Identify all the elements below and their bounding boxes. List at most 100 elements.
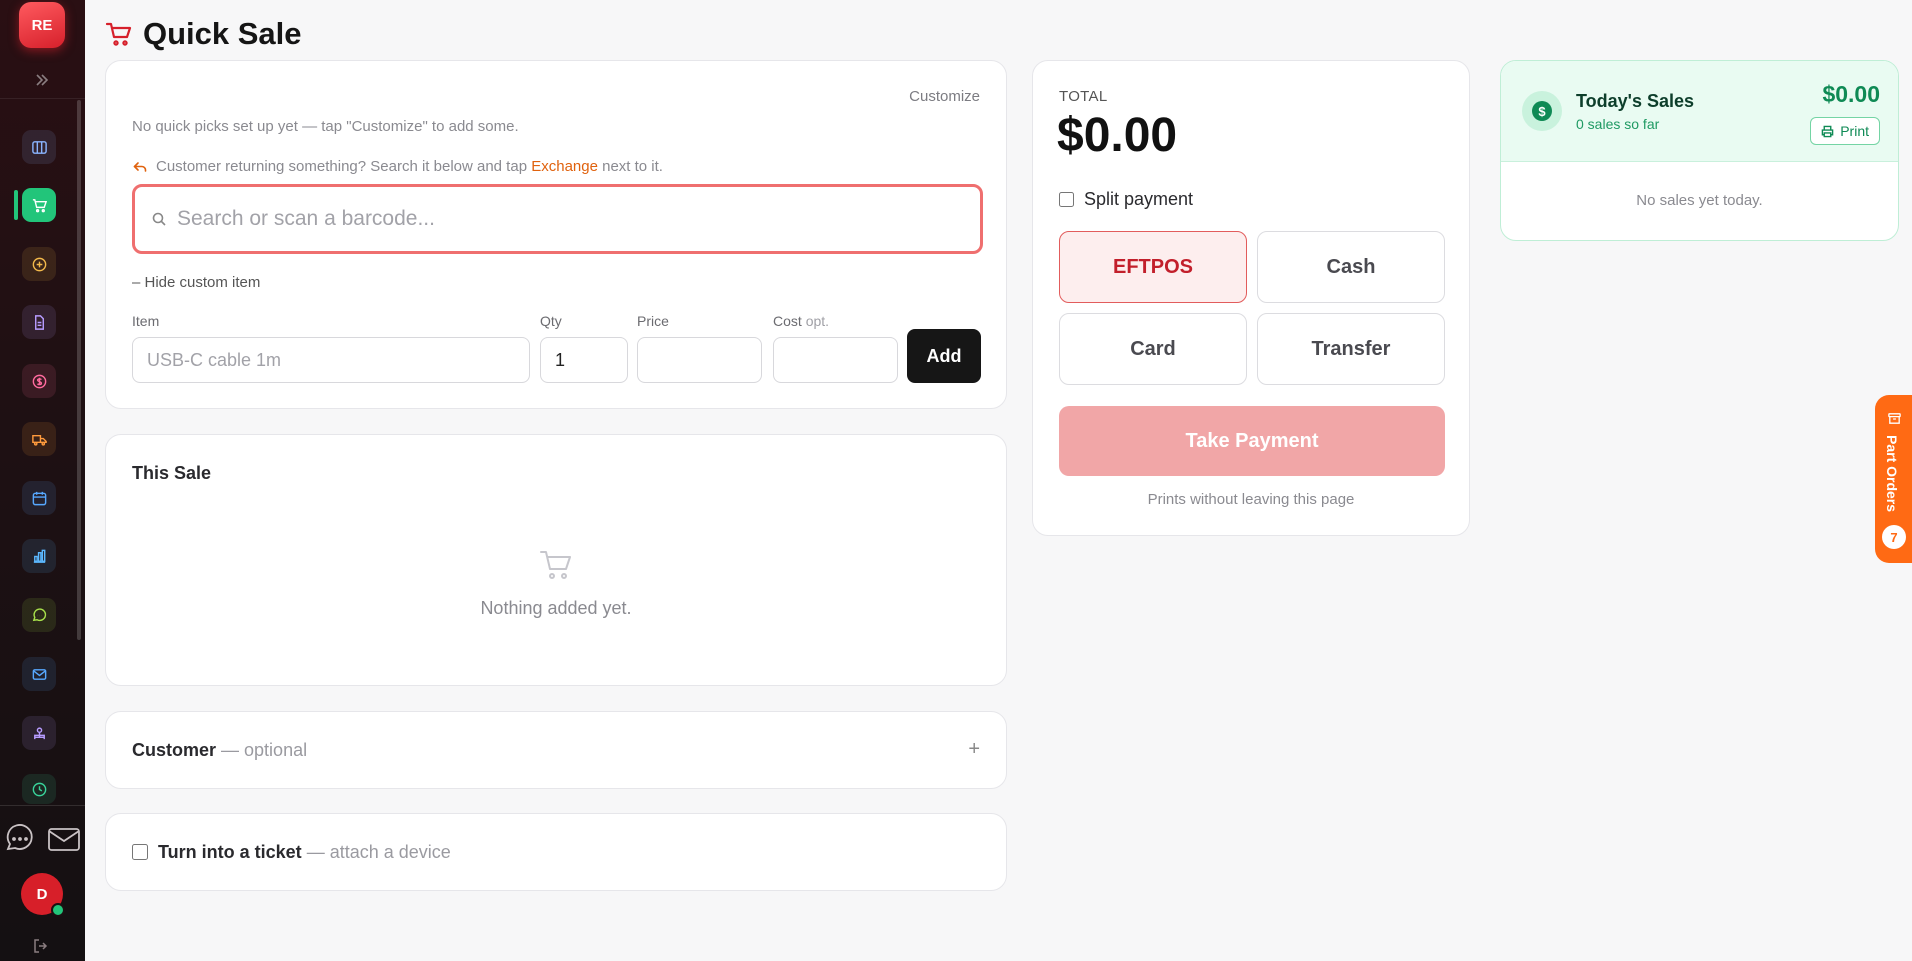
sidebar-divider	[0, 98, 85, 99]
payment-card: TOTAL $0.00 Split payment EFTPOS Cash Ca…	[1032, 60, 1470, 536]
qty-label: Qty	[540, 313, 562, 329]
brand-logo[interactable]: RE	[19, 2, 65, 48]
customer-label-text: Customer	[132, 740, 217, 760]
dollar-icon: $	[1532, 101, 1552, 121]
logout-icon[interactable]	[32, 937, 50, 955]
returning-text: Customer returning something? Search it …	[156, 158, 528, 175]
returning-hint: Customer returning something? Search it …	[132, 158, 663, 175]
customize-button[interactable]: Customize	[909, 88, 980, 105]
todays-sales-empty: No sales yet today.	[1636, 192, 1763, 209]
sidebar-item-mail[interactable]	[22, 657, 56, 691]
page-header: Quick Sale	[105, 16, 302, 52]
cost-label-text: Cost	[773, 313, 802, 329]
cart-icon	[32, 198, 47, 212]
messages-icon[interactable]	[3, 824, 37, 854]
part-orders-count: 7	[1882, 525, 1906, 549]
add-item-button[interactable]: Add	[907, 329, 981, 383]
todays-sales-title: Today's Sales	[1576, 91, 1695, 111]
sidebar-item-chat[interactable]	[22, 598, 56, 632]
total-label: TOTAL	[1059, 88, 1108, 105]
sidebar-bottom-divider	[0, 805, 85, 806]
online-status-dot	[51, 903, 65, 917]
sidebar-item-add[interactable]	[22, 247, 56, 281]
this-sale-title: This Sale	[132, 463, 212, 483]
cart-icon	[105, 22, 132, 46]
empty-cart-icon	[538, 547, 574, 583]
customer-label: Customer — optional	[132, 740, 307, 761]
sidebar-item-repairs[interactable]	[22, 422, 56, 456]
box-icon	[1888, 413, 1901, 424]
item-label: Item	[132, 313, 160, 329]
payment-method-eftpos[interactable]: EFTPOS	[1059, 231, 1247, 303]
sidebar-item-clock[interactable]	[22, 774, 56, 804]
no-picks-message: No quick picks set up yet — tap "Customi…	[132, 118, 519, 135]
document-icon	[34, 314, 44, 330]
calendar-icon	[32, 491, 46, 505]
search-icon	[152, 212, 166, 226]
plus-circle-icon	[32, 257, 46, 271]
hide-custom-item-toggle[interactable]: – Hide custom item	[132, 274, 260, 291]
bar-chart-icon	[33, 549, 45, 563]
cost-label: Cost opt.	[773, 313, 829, 329]
sidebar-item-quick-sale[interactable]	[22, 188, 56, 222]
ticket-card: Turn into a ticket — attach a device	[105, 813, 1007, 891]
truck-icon	[31, 434, 47, 446]
sidebar-scrollbar[interactable]	[77, 100, 81, 640]
take-payment-button[interactable]: Take Payment	[1059, 406, 1445, 476]
mail-icon	[32, 668, 46, 680]
chat-icon	[32, 607, 46, 621]
cost-input[interactable]	[773, 337, 898, 383]
price-label: Price	[637, 313, 669, 329]
part-orders-tab[interactable]: Part Orders 7	[1875, 395, 1912, 563]
todays-sales-amount: $0.00	[1822, 81, 1880, 107]
dollar-icon	[32, 374, 46, 388]
printer-icon	[1821, 125, 1834, 137]
part-orders-label: Part Orders	[1884, 435, 1900, 513]
expand-customer-button[interactable]: +	[968, 738, 980, 761]
expand-sidebar-icon[interactable]	[32, 70, 52, 90]
envelope-icon[interactable]	[47, 824, 81, 854]
quick-picks-card: Customize No quick picks set up yet — ta…	[105, 60, 1007, 409]
customer-card[interactable]: Customer — optional +	[105, 711, 1007, 789]
print-button[interactable]: Print	[1810, 117, 1880, 145]
sale-empty-message: Nothing added yet.	[480, 598, 632, 618]
payment-method-card[interactable]: Card	[1059, 313, 1247, 385]
sidebar-item-documents[interactable]	[22, 305, 56, 339]
sidebar-item-reports[interactable]	[22, 539, 56, 573]
todays-sales-header: $ Today's Sales 0 sales so far $0.00 Pri…	[1501, 61, 1898, 162]
qty-input[interactable]	[540, 337, 628, 383]
print-note: Prints without leaving this page	[1147, 491, 1355, 508]
print-label: Print	[1840, 123, 1869, 139]
search-input[interactable]	[177, 207, 957, 231]
active-indicator	[14, 190, 18, 220]
sidebar-item-calendar[interactable]	[22, 481, 56, 515]
item-name-input[interactable]	[132, 337, 530, 383]
todays-sales-card: $ Today's Sales 0 sales so far $0.00 Pri…	[1500, 60, 1899, 241]
ticket-label-text: Turn into a ticket	[158, 842, 302, 862]
ticket-sub: — attach a device	[306, 842, 451, 862]
search-box[interactable]	[132, 184, 983, 254]
this-sale-card: This Sale Nothing added yet.	[105, 434, 1007, 686]
return-arrow-icon	[133, 161, 147, 172]
cost-optional-text: opt.	[805, 313, 830, 329]
total-amount: $0.00	[1057, 109, 1178, 162]
clock-icon	[32, 782, 46, 796]
sidebar: RE D	[0, 0, 85, 961]
team-icon	[33, 726, 45, 739]
page-title: Quick Sale	[143, 16, 302, 51]
sidebar-item-board[interactable]	[22, 130, 56, 164]
ticket-label: Turn into a ticket — attach a device	[158, 842, 451, 863]
payment-method-cash[interactable]: Cash	[1257, 231, 1445, 303]
payment-method-transfer[interactable]: Transfer	[1257, 313, 1445, 385]
sidebar-item-team[interactable]	[22, 716, 56, 750]
exchange-link[interactable]: Exchange	[531, 158, 598, 175]
split-payment-label: Split payment	[1084, 189, 1194, 209]
sidebar-item-payments[interactable]	[22, 364, 56, 398]
todays-sales-count: 0 sales so far	[1576, 116, 1660, 132]
turn-into-ticket-checkbox[interactable]	[132, 844, 148, 860]
split-payment[interactable]: Split payment	[1059, 189, 1193, 210]
returning-suffix: next to it.	[602, 158, 663, 175]
price-input[interactable]	[637, 337, 762, 383]
split-payment-checkbox[interactable]	[1059, 192, 1074, 207]
dollar-badge: $	[1522, 91, 1562, 131]
